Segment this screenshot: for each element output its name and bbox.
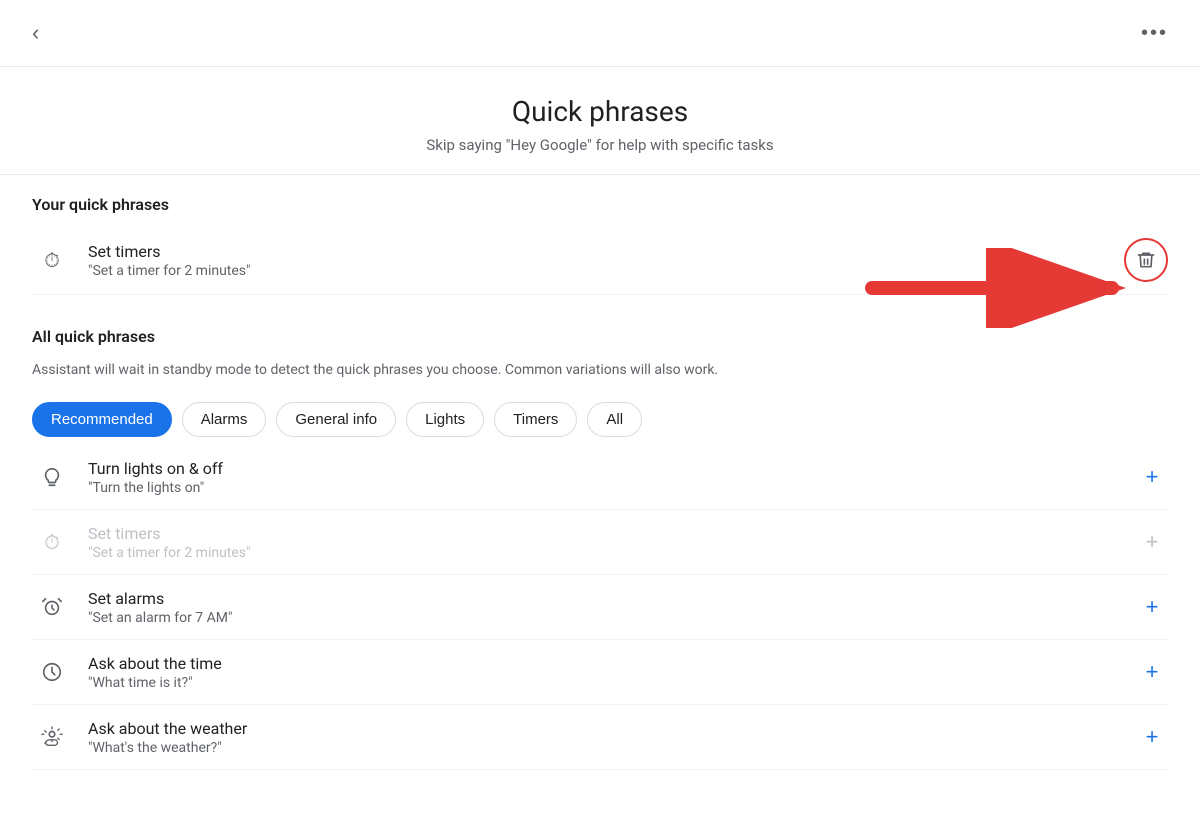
alarms-phrase-subtitle: "Set an alarm for 7 AM" (88, 610, 1136, 626)
page-header: Quick phrases Skip saying "Hey Google" f… (0, 67, 1200, 175)
chip-recommended[interactable]: Recommended (32, 402, 172, 437)
chip-all[interactable]: All (587, 402, 642, 437)
add-lights-button[interactable]: + (1136, 461, 1168, 493)
timers-phrase-subtitle: "Set a timer for 2 minutes" (88, 545, 1136, 561)
filter-chips: Recommended Alarms General info Lights T… (32, 390, 1168, 445)
alarms-icon (32, 587, 72, 627)
all-phrases-title: All quick phrases (32, 307, 1168, 358)
weather-phrase-title: Ask about the weather (88, 719, 1136, 738)
all-phrases-description: Assistant will wait in standby mode to d… (32, 358, 1168, 390)
top-bar: ‹ ••• (0, 0, 1200, 67)
phrase-row-time: Ask about the time "What time is it?" + (32, 640, 1168, 705)
phrase-row-alarms: Set alarms "Set an alarm for 7 AM" + (32, 575, 1168, 640)
chip-lights[interactable]: Lights (406, 402, 484, 437)
phrase-row-weather: Ask about the weather "What's the weathe… (32, 705, 1168, 770)
chip-general-info[interactable]: General info (276, 402, 396, 437)
add-alarms-button[interactable]: + (1136, 591, 1168, 623)
alarms-phrase-text: Set alarms "Set an alarm for 7 AM" (88, 589, 1136, 626)
chip-alarms[interactable]: Alarms (182, 402, 267, 437)
lights-icon (32, 457, 72, 497)
weather-phrase-text: Ask about the weather "What's the weathe… (88, 719, 1136, 756)
alarms-phrase-title: Set alarms (88, 589, 1136, 608)
time-phrase-text: Ask about the time "What time is it?" (88, 654, 1136, 691)
lights-phrase-subtitle: "Turn the lights on" (88, 480, 1136, 496)
weather-icon (32, 717, 72, 757)
your-phrase-subtitle: "Set a timer for 2 minutes" (88, 263, 1124, 279)
page-subtitle: Skip saying "Hey Google" for help with s… (24, 136, 1176, 154)
your-phrase-text: Set timers "Set a timer for 2 minutes" (88, 242, 1124, 279)
time-icon (32, 652, 72, 692)
time-phrase-title: Ask about the time (88, 654, 1136, 673)
lights-phrase-text: Turn lights on & off "Turn the lights on… (88, 459, 1136, 496)
trash-icon (1136, 250, 1156, 270)
timers-phrase-text: Set timers "Set a timer for 2 minutes" (88, 524, 1136, 561)
add-weather-button[interactable]: + (1136, 721, 1168, 753)
timers-phrase-title: Set timers (88, 524, 1136, 543)
your-phrase-title: Set timers (88, 242, 1124, 261)
your-phrase-row: ⏱ Set timers "Set a timer for 2 minutes" (32, 226, 1168, 295)
delete-button[interactable] (1124, 238, 1168, 282)
chip-timers[interactable]: Timers (494, 402, 577, 437)
timers-icon: ⏱ (32, 522, 72, 562)
spacer (32, 295, 1168, 307)
back-button[interactable]: ‹ (24, 16, 47, 50)
timer-icon: ⏱ (32, 240, 72, 280)
your-phrases-title: Your quick phrases (32, 175, 1168, 226)
lights-phrase-title: Turn lights on & off (88, 459, 1136, 478)
time-phrase-subtitle: "What time is it?" (88, 675, 1136, 691)
phrase-row-lights: Turn lights on & off "Turn the lights on… (32, 445, 1168, 510)
page-title: Quick phrases (24, 95, 1176, 128)
content-area: Your quick phrases ⏱ Set timers "Set a t… (0, 175, 1200, 814)
add-time-button[interactable]: + (1136, 656, 1168, 688)
add-timers-button[interactable]: + (1136, 526, 1168, 558)
phrase-row-timers: ⏱ Set timers "Set a timer for 2 minutes"… (32, 510, 1168, 575)
weather-phrase-subtitle: "What's the weather?" (88, 740, 1136, 756)
more-button[interactable]: ••• (1133, 18, 1176, 49)
